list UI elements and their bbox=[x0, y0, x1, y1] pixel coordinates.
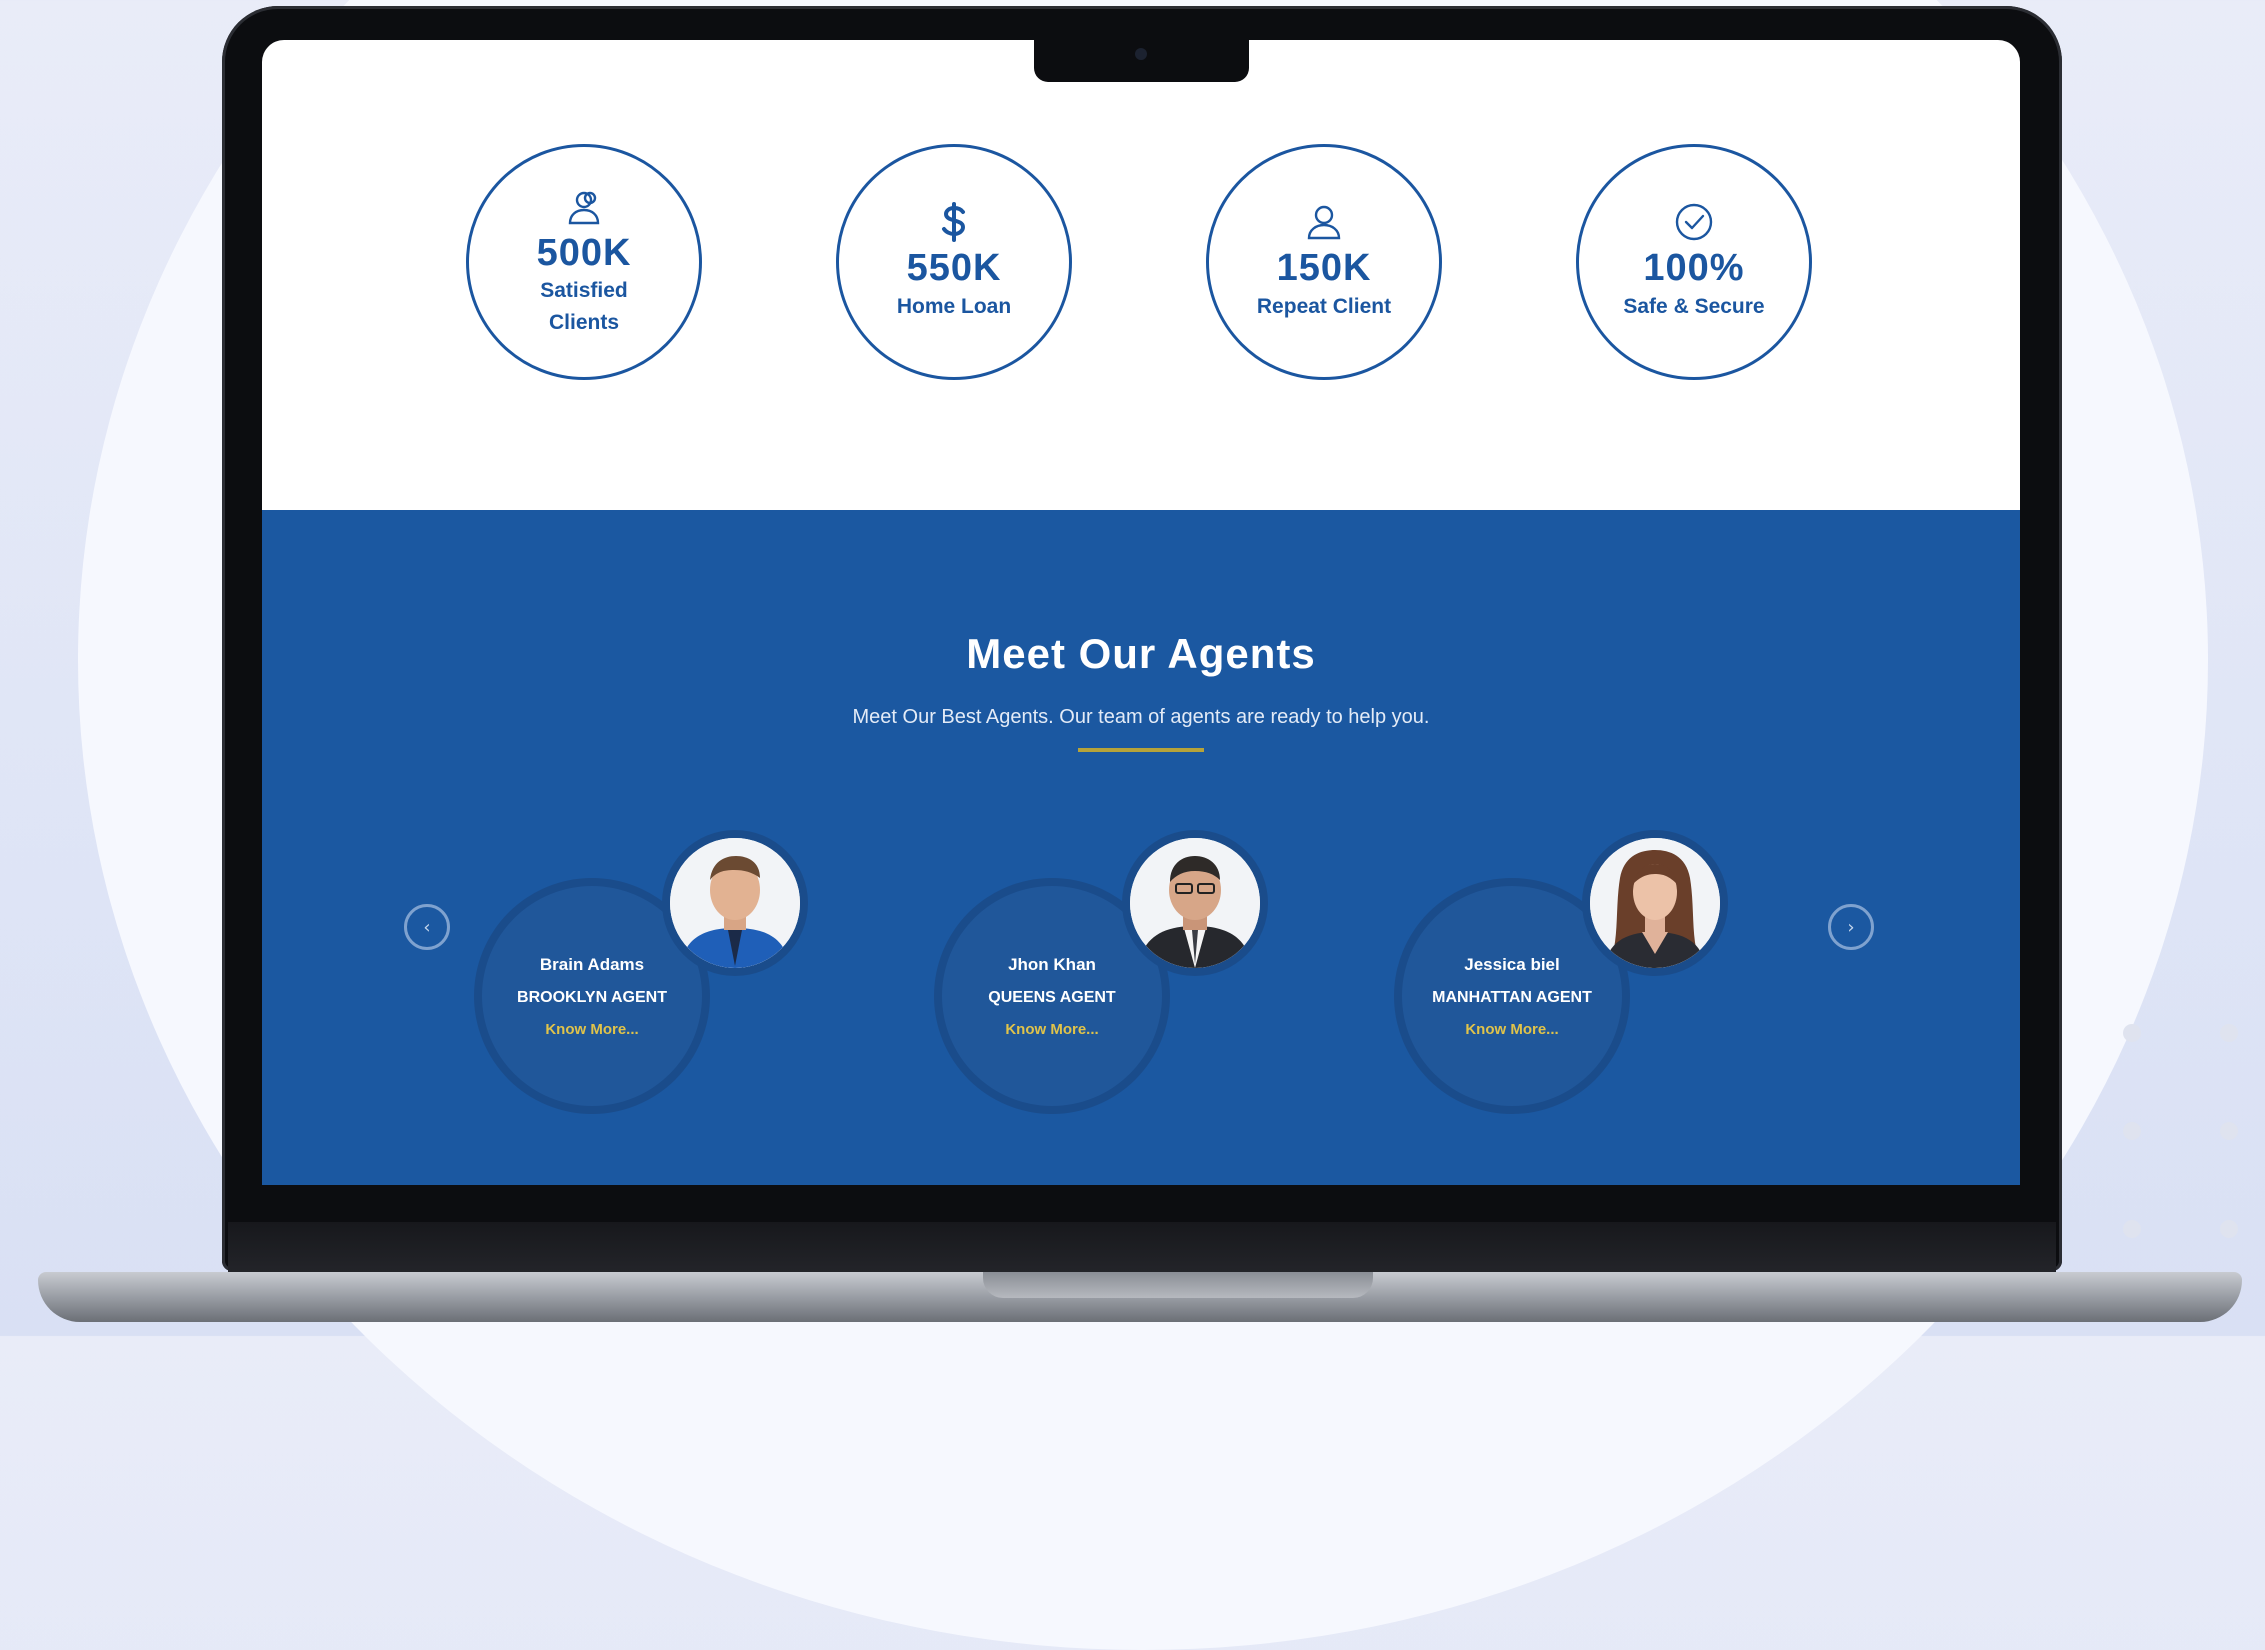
stat-label: Satisfied Clients bbox=[540, 279, 628, 334]
agent-info-circle: Brain Adams BROOKLYN AGENT Know More... bbox=[482, 886, 702, 1106]
agent-role: QUEENS AGENT bbox=[988, 988, 1116, 1006]
camera-icon bbox=[1135, 48, 1147, 60]
laptop-base bbox=[38, 1272, 2242, 1322]
agent-role: MANHATTAN AGENT bbox=[1432, 988, 1592, 1006]
stat-label: Repeat Client bbox=[1256, 295, 1392, 319]
agent-card: Jessica biel MANHATTAN AGENT Know More..… bbox=[1402, 838, 1722, 1106]
camera-notch bbox=[1034, 38, 1249, 82]
agent-info-circle: Jessica biel MANHATTAN AGENT Know More..… bbox=[1402, 886, 1622, 1106]
know-more-link[interactable]: Know More... bbox=[1465, 1021, 1558, 1038]
stat-value: 100% bbox=[1643, 247, 1745, 290]
agents-section: Meet Our Agents Meet Our Best Agents. Ou… bbox=[262, 510, 2020, 1185]
stat-label: Safe & Secure bbox=[1623, 295, 1765, 319]
laptop-hinge bbox=[228, 1222, 2056, 1272]
agent-name: Jhon Khan bbox=[1008, 954, 1096, 974]
agent-card: Jhon Khan QUEENS AGENT Know More... bbox=[942, 838, 1262, 1106]
stat-repeat-client: 150K Repeat Client bbox=[1206, 144, 1442, 380]
know-more-link[interactable]: Know More... bbox=[545, 1021, 638, 1038]
know-more-link[interactable]: Know More... bbox=[1005, 1021, 1098, 1038]
agent-card: Brain Adams BROOKLYN AGENT Know More... bbox=[482, 838, 802, 1106]
stats-section: 500K Satisfied Clients 550K Home Loan 15… bbox=[262, 40, 2020, 510]
check-circle-icon bbox=[1673, 201, 1715, 243]
agent-info-circle: Jhon Khan QUEENS AGENT Know More... bbox=[942, 886, 1162, 1106]
agent-photo bbox=[1130, 838, 1260, 968]
stat-safe-secure: 100% Safe & Secure bbox=[1576, 144, 1812, 380]
user-group-icon bbox=[563, 186, 605, 228]
agent-photo bbox=[1590, 838, 1720, 968]
website-screen: 500K Satisfied Clients 550K Home Loan 15… bbox=[262, 40, 2020, 1185]
agent-name: Jessica biel bbox=[1464, 954, 1560, 974]
agent-photo bbox=[670, 838, 800, 968]
stat-value: 150K bbox=[1276, 247, 1372, 290]
user-icon bbox=[1303, 201, 1345, 243]
dollar-icon bbox=[933, 201, 975, 243]
decorative-dots bbox=[2105, 1010, 2265, 1240]
agent-role: BROOKLYN AGENT bbox=[517, 988, 667, 1006]
stat-home-loan: 550K Home Loan bbox=[836, 144, 1072, 380]
stat-value: 500K bbox=[536, 231, 632, 274]
carousel-next-button[interactable]: › bbox=[1828, 904, 1874, 950]
agent-name: Brain Adams bbox=[539, 954, 645, 974]
title-underline bbox=[1078, 748, 1204, 752]
stat-label: Home Loan bbox=[896, 295, 1012, 319]
stat-satisfied-clients: 500K Satisfied Clients bbox=[466, 144, 702, 380]
section-subtitle: Meet Our Best Agents. Our team of agents… bbox=[852, 706, 1430, 728]
carousel-prev-button[interactable]: ‹ bbox=[404, 904, 450, 950]
chevron-right-icon: › bbox=[1847, 916, 1855, 938]
stat-value: 550K bbox=[906, 247, 1002, 290]
section-title: Meet Our Agents bbox=[966, 630, 1316, 677]
chevron-left-icon: ‹ bbox=[423, 916, 431, 938]
laptop-base-notch bbox=[983, 1272, 1373, 1298]
